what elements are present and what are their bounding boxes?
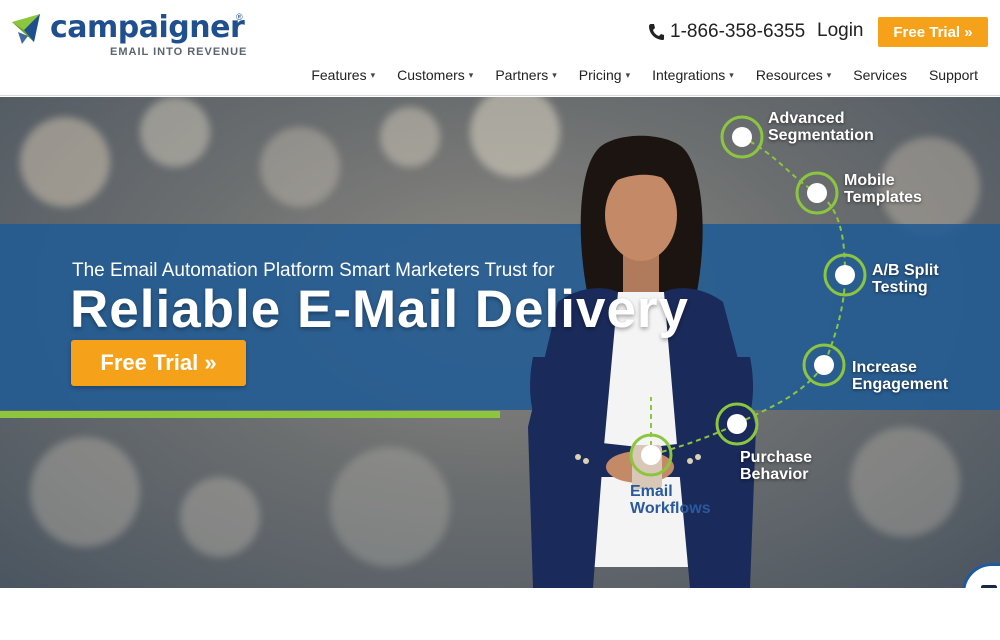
envelope-logo-icon [12, 14, 40, 44]
nav-item-label: Support [928, 67, 978, 83]
login-link[interactable]: Login [817, 20, 864, 42]
chat-icon-wrap [973, 574, 1000, 588]
free-trial-header-button[interactable]: Free Trial » [878, 17, 988, 47]
nav-item-resources[interactable]: Resources ▾ [756, 67, 831, 83]
nav-item-label: Customers [397, 67, 465, 83]
nav-item-pricing[interactable]: Pricing ▾ [579, 67, 630, 83]
step-label-increase-engagement: Increase Engagement [852, 359, 949, 393]
hero-banner: The Email Automation Platform Smart Mark… [0, 97, 1000, 588]
phone-number: 1-866-358-6355 [670, 21, 806, 42]
step-label-email-workflows: Email Workflows [630, 483, 711, 517]
chat-icon [981, 585, 997, 588]
chevron-down-icon: ▾ [370, 69, 376, 80]
brand-name: campaigner [50, 10, 245, 45]
nav-item-label: Integrations [652, 67, 726, 83]
chevron-down-icon: ▾ [552, 69, 557, 80]
chevron-down-icon: ▾ [826, 69, 832, 80]
nav-item-label: Services [853, 67, 907, 83]
nav-item-label: Resources [755, 67, 823, 83]
nav-item-services[interactable]: Services [853, 67, 907, 83]
site-header: campaigner ® EMAIL INTO REVENUE 1-866-35… [0, 0, 1000, 96]
nav-item-integrations[interactable]: Integrations ▾ [652, 67, 734, 83]
registered-mark: ® [236, 12, 243, 22]
step-label-purchase-behavior: Purchase Behavior [740, 449, 813, 483]
nav-item-features[interactable]: Features ▾ [311, 67, 375, 83]
nav-item-customers[interactable]: Customers ▾ [397, 67, 473, 83]
step-label-mobile-templates: Mobile Templates [844, 172, 922, 206]
brand-logo[interactable]: campaigner ® EMAIL INTO REVENUE [10, 8, 250, 64]
phone-contact[interactable]: 1-866-358-6355 [648, 19, 805, 45]
step-node-advanced-segmentation [720, 115, 764, 159]
step-node-increase-engagement [802, 343, 846, 387]
brand-tagline: EMAIL INTO REVENUE [110, 46, 248, 58]
nav-item-label: Partners [495, 67, 549, 83]
step-label-advanced-segmentation: Advanced Segmentation [768, 110, 874, 144]
chevron-down-icon: ▾ [625, 69, 631, 80]
nav-item-support[interactable]: Support [929, 67, 978, 83]
hero-title: Reliable E-Mail Delivery [70, 280, 690, 339]
nav-item-partners[interactable]: Partners ▾ [495, 67, 556, 83]
nav-item-label: Pricing [578, 67, 622, 83]
main-nav: Features ▾ Customers ▾ Partners ▾ Pricin… [311, 67, 978, 83]
step-label-ab-split-testing: A/B Split Testing [872, 262, 939, 296]
phone-icon [649, 24, 664, 40]
chevron-down-icon: ▾ [729, 69, 734, 80]
chevron-down-icon: ▾ [468, 69, 474, 80]
feature-path-diagram [629, 115, 867, 477]
step-node-purchase-behavior [715, 402, 759, 446]
nav-item-label: Features [311, 67, 367, 83]
step-node-mobile-templates [795, 171, 839, 215]
